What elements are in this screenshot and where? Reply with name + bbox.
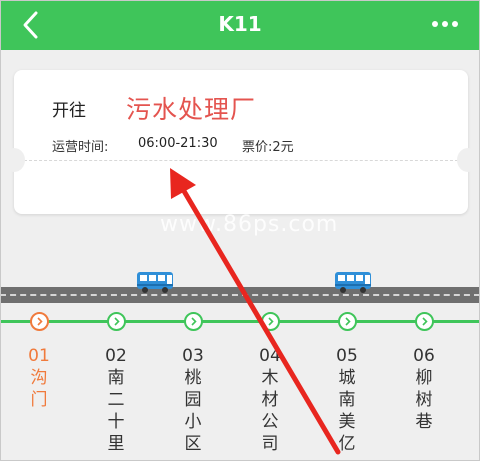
route-info-card: 开往 污水处理厂 运营时间: 06:00-21:30 票价:2元 — [3, 70, 479, 214]
stop-name: 柳 树 巷 — [415, 368, 433, 432]
chevron-right-icon — [422, 317, 428, 326]
more-button[interactable] — [428, 12, 462, 36]
card-divider — [24, 160, 458, 161]
stop-item-05[interactable]: 05 城 南 美 亿 — [327, 345, 367, 455]
route-line — [0, 320, 480, 323]
chevron-right-icon — [345, 317, 351, 326]
chevron-right-icon — [114, 317, 120, 326]
chevron-right-icon — [37, 317, 43, 326]
stop-number: 01 — [28, 346, 50, 366]
stop-item-03[interactable]: 03 桃 园 小 区 — [173, 345, 213, 455]
chevron-left-icon — [23, 11, 38, 39]
chevron-right-icon — [191, 317, 197, 326]
top-bar: K11 — [0, 0, 480, 50]
watermark: www.86ps.com — [160, 212, 339, 237]
more-horizontal-icon — [432, 21, 458, 27]
fare-text: 票价:2元 — [242, 140, 294, 155]
card-notch-right — [457, 148, 479, 172]
stop-number: 02 — [105, 346, 127, 366]
stop-number: 03 — [182, 346, 204, 366]
stop-item-01[interactable]: 01 沟 门 — [19, 345, 59, 411]
stop-number: 06 — [413, 346, 435, 366]
card-notch-left — [3, 148, 25, 172]
operating-hours-value: 06:00-21:30 — [138, 136, 218, 151]
stop-item-06[interactable]: 06 柳 树 巷 — [404, 345, 444, 433]
page-title: K11 — [218, 12, 262, 36]
stop-name: 木 材 公 司 — [261, 368, 279, 454]
stop-dot-01[interactable] — [30, 312, 49, 331]
stop-item-02[interactable]: 02 南 二 十 里 — [96, 345, 136, 455]
toward-label: 开往 — [52, 101, 86, 121]
road-lane-marking — [0, 294, 480, 296]
stop-number: 04 — [259, 346, 281, 366]
stop-name: 桃 园 小 区 — [184, 368, 202, 454]
chevron-right-icon — [268, 317, 274, 326]
stop-dot-06[interactable] — [415, 312, 434, 331]
bus-icon[interactable] — [136, 270, 176, 294]
stop-name: 沟 门 — [30, 368, 48, 410]
destination-name: 污水处理厂 — [126, 95, 257, 124]
stop-item-04[interactable]: 04 木 材 公 司 — [250, 345, 290, 455]
stop-name: 南 二 十 里 — [107, 368, 125, 454]
stop-dot-02[interactable] — [107, 312, 126, 331]
stop-dot-03[interactable] — [184, 312, 203, 331]
stop-dot-05[interactable] — [338, 312, 357, 331]
stop-number: 05 — [336, 346, 358, 366]
back-button[interactable] — [18, 10, 46, 40]
stop-name: 城 南 美 亿 — [338, 368, 356, 454]
bus-icon[interactable] — [334, 270, 374, 294]
stop-dot-04[interactable] — [261, 312, 280, 331]
operating-hours-label: 运营时间: — [52, 140, 109, 155]
